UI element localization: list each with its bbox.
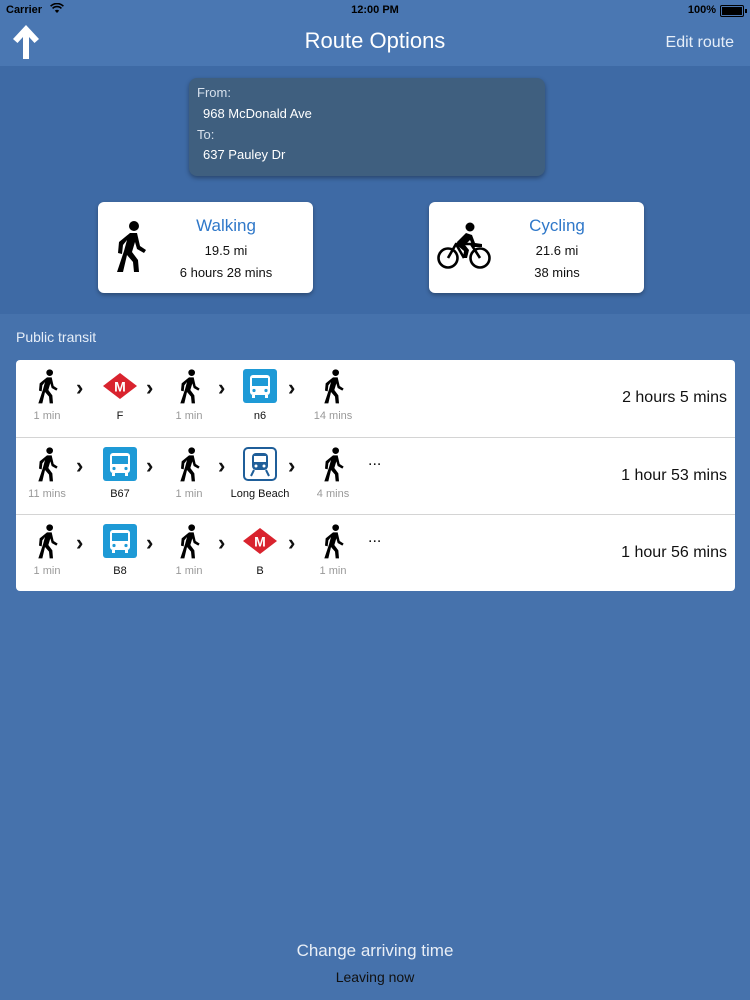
route-duration: 1 hour 56 mins — [621, 544, 727, 561]
line-name: B — [256, 565, 264, 577]
change-arriving-time-button[interactable]: Change arriving time — [0, 941, 750, 961]
step-duration: 1 min — [33, 565, 61, 577]
walk-step: 1 min — [17, 523, 77, 579]
bus-icon — [90, 523, 150, 559]
battery-icon — [720, 5, 747, 17]
line-name: F — [116, 410, 124, 422]
chevron-right-icon: › — [76, 530, 84, 555]
walking-icon — [17, 446, 77, 482]
svg-text:M: M — [114, 379, 126, 395]
chevron-right-icon: › — [288, 375, 296, 400]
walking-icon — [159, 523, 219, 559]
walking-icon — [303, 368, 363, 404]
transit-route-row[interactable]: 1 min › M F › 1 min › n6 › 14 mins 2 hou… — [16, 360, 735, 437]
more-steps-indicator: ... — [368, 529, 382, 546]
bus-step: B67 — [90, 446, 150, 502]
walking-icon — [159, 368, 219, 404]
chevron-right-icon: › — [288, 453, 296, 478]
battery-percentage: 100% — [687, 4, 716, 16]
walking-option-card[interactable]: Walking 19.5 mi 6 hours 28 mins — [98, 202, 313, 293]
public-transit-heading: Public transit — [16, 329, 97, 345]
clock: 12:00 PM — [351, 4, 399, 16]
svg-text:M: M — [254, 534, 266, 550]
from-address: 968 McDonald Ave — [203, 106, 312, 121]
walking-icon — [112, 220, 148, 277]
chevron-right-icon: › — [288, 530, 296, 555]
page-title: Route Options — [304, 28, 446, 53]
step-duration: 1 min — [33, 410, 61, 422]
navigation-bar: Route Options Edit route — [0, 20, 750, 66]
step-duration: 1 min — [175, 488, 203, 500]
walk-step: 1 min — [159, 523, 219, 579]
cycling-label: Cycling — [529, 216, 585, 235]
train-step: Long Beach — [224, 446, 296, 502]
walking-icon — [159, 446, 219, 482]
walk-step: 4 mins — [303, 446, 363, 502]
walking-icon — [17, 523, 77, 559]
chevron-right-icon: › — [218, 375, 226, 400]
chevron-right-icon: › — [76, 453, 84, 478]
bus-step: n6 — [230, 368, 290, 424]
route-duration: 1 hour 53 mins — [621, 467, 727, 484]
step-duration: 14 mins — [313, 410, 353, 422]
line-name: n6 — [253, 410, 267, 422]
chevron-right-icon: › — [76, 375, 84, 400]
line-name: B8 — [113, 565, 127, 577]
metro-icon: M — [230, 523, 290, 559]
cycling-duration: 38 mins — [534, 265, 580, 280]
step-duration: 11 mins — [28, 488, 66, 500]
step-duration: 1 min — [175, 565, 203, 577]
chevron-right-icon: › — [146, 453, 154, 478]
route-duration: 2 hours 5 mins — [622, 389, 727, 406]
cycling-distance: 21.6 mi — [535, 243, 579, 258]
walking-icon — [17, 368, 77, 404]
metro-step: M F — [90, 368, 150, 424]
step-duration: 4 mins — [316, 488, 350, 500]
walk-step: 11 mins — [17, 446, 77, 502]
line-name: Long Beach — [230, 488, 290, 500]
to-address: 637 Pauley Dr — [203, 147, 286, 162]
transit-route-list: 1 min › M F › 1 min › n6 › 14 mins 2 hou… — [16, 360, 735, 591]
step-duration: 1 min — [319, 565, 347, 577]
leaving-time-label: Leaving now — [335, 969, 415, 985]
line-name: B67 — [110, 488, 130, 500]
chevron-right-icon: › — [146, 530, 154, 555]
bus-icon — [230, 368, 290, 404]
walk-step: 1 min — [159, 368, 219, 424]
bus-icon — [90, 446, 150, 482]
bus-step: B8 — [90, 523, 150, 579]
train-icon — [224, 446, 296, 482]
chevron-right-icon: › — [146, 375, 154, 400]
transit-route-row[interactable]: 1 min › B8 › 1 min › M B › 1 min ... 1 h… — [16, 514, 735, 592]
walking-label: Walking — [196, 216, 256, 235]
status-bar: Carrier 12:00 PM 100% — [0, 0, 750, 20]
walk-step: 1 min — [17, 368, 77, 424]
bicycle-icon — [437, 222, 491, 275]
from-to-box[interactable]: From: 968 McDonald Ave To: 637 Pauley Dr — [189, 78, 545, 176]
edit-route-button[interactable]: Edit route — [666, 34, 734, 52]
transit-route-row[interactable]: 11 mins › B67 › 1 min › Long Beach › 4 m… — [16, 437, 735, 515]
cycling-option-card[interactable]: Cycling 21.6 mi 38 mins — [429, 202, 644, 293]
walk-step: 14 mins — [303, 368, 363, 424]
walking-distance: 19.5 mi — [204, 243, 248, 258]
step-duration: 1 min — [175, 410, 203, 422]
from-label: From: — [197, 85, 231, 100]
walking-icon — [303, 446, 363, 482]
to-label: To: — [197, 127, 215, 142]
chevron-right-icon: › — [218, 530, 226, 555]
walking-icon — [303, 523, 363, 559]
more-steps-indicator: ... — [368, 452, 382, 469]
walk-step: 1 min — [303, 523, 363, 579]
walk-step: 1 min — [159, 446, 219, 502]
metro-step: M B — [230, 523, 290, 579]
metro-icon: M — [90, 368, 150, 404]
walking-duration: 6 hours 28 mins — [179, 265, 273, 280]
